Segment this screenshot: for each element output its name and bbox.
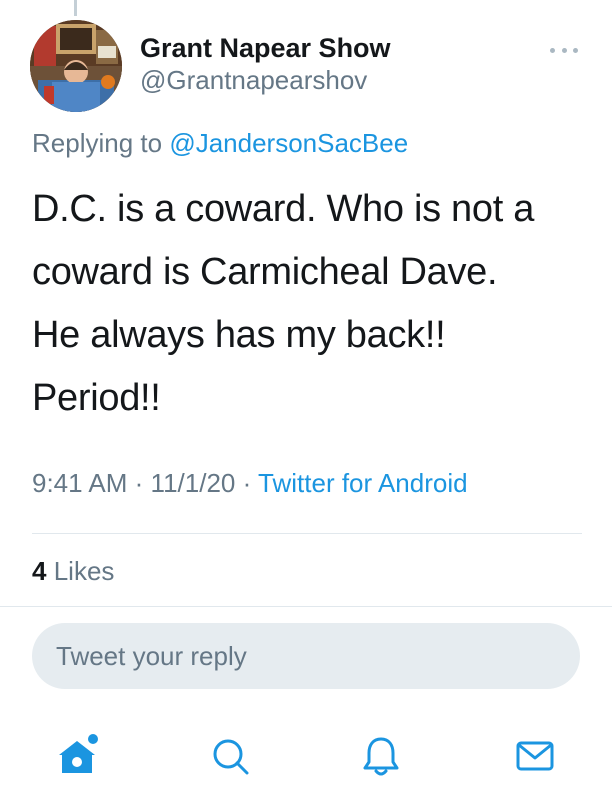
tweet-text: D.C. is a coward. Who is not a coward is… [32, 178, 592, 430]
replying-to-label: Replying to [32, 128, 163, 158]
meta-separator: · [134, 468, 144, 498]
author-info[interactable]: Grant Napear Show @Grantnapearshov [140, 32, 391, 96]
tweet-text-line: D.C. is a coward. Who is not a [32, 188, 535, 230]
reply-input[interactable]: Tweet your reply [32, 623, 580, 689]
tweet-time[interactable]: 9:41 AM [32, 468, 127, 498]
bottom-nav [0, 715, 612, 795]
more-dot-icon [550, 47, 555, 53]
more-dot-icon [573, 47, 578, 53]
likes-count: 4 [32, 556, 47, 586]
more-dot-icon [561, 47, 567, 53]
divider [32, 533, 582, 534]
replying-to: Replying to @JandersonSacBee [32, 128, 408, 159]
tweet-text-line: He always has my back!! [32, 314, 446, 356]
tweet-header: Grant Napear Show @Grantnapearshov [30, 20, 582, 116]
tweet-source-link[interactable]: Twitter for Android [258, 468, 468, 498]
nav-notifications[interactable] [356, 731, 406, 781]
tweet-text-line: coward is Carmicheal Dave. [32, 251, 498, 293]
meta-separator: · [242, 468, 252, 498]
home-icon [59, 734, 98, 773]
tweet-meta: 9:41 AM · 11/1/20 · Twitter for Android [32, 468, 468, 499]
author-name[interactable]: Grant Napear Show [140, 32, 391, 64]
likes-label: Likes [53, 556, 115, 586]
thread-connector-line [74, 0, 77, 16]
tweet-text-line: Period!! [32, 377, 161, 419]
mail-icon [516, 741, 554, 771]
more-options-button[interactable] [546, 38, 582, 62]
nav-search[interactable] [205, 731, 255, 781]
nav-home[interactable] [52, 731, 102, 781]
nav-messages[interactable] [510, 731, 560, 781]
author-handle[interactable]: @Grantnapearshov [140, 64, 391, 96]
reply-to-handle-link[interactable]: @JandersonSacBee [169, 128, 408, 158]
avatar[interactable] [30, 20, 122, 112]
reply-placeholder: Tweet your reply [56, 641, 247, 671]
tweet-date[interactable]: 11/1/20 [151, 468, 236, 498]
divider [0, 606, 612, 607]
likes-stat[interactable]: 4 Likes [32, 556, 114, 587]
search-icon [213, 739, 249, 775]
bell-icon [363, 737, 399, 776]
